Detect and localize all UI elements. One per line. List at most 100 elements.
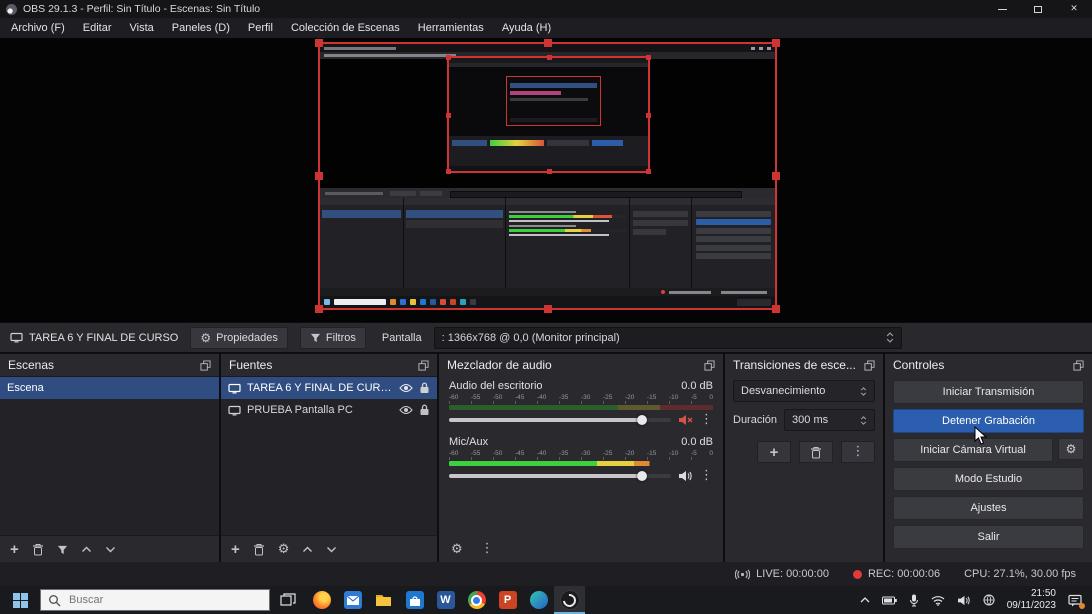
combo-spinner[interactable] — [886, 332, 894, 343]
start-button[interactable] — [0, 586, 40, 614]
file-explorer-icon[interactable] — [368, 586, 399, 614]
channel-options-kebab-icon[interactable]: ⋮ — [700, 469, 713, 483]
powerpoint-icon[interactable]: P — [492, 586, 523, 614]
restore-button[interactable] — [1020, 0, 1056, 18]
dock-popout-icon[interactable] — [200, 359, 211, 371]
close-button[interactable]: ✕ — [1056, 0, 1092, 18]
action-center-icon[interactable] — [1068, 594, 1085, 609]
mail-icon[interactable] — [337, 586, 368, 614]
selection-handle[interactable] — [315, 39, 323, 47]
add-scene-button[interactable]: + — [10, 542, 19, 557]
transition-select[interactable]: Desvanecimiento — [733, 380, 875, 402]
source-row[interactable]: TAREA 6 Y FINAL DE CURSO — [221, 377, 437, 399]
globe-icon[interactable] — [983, 594, 995, 606]
tick-label: -30 — [581, 450, 591, 457]
transition-options-kebab-icon[interactable]: ⋮ — [841, 441, 875, 463]
properties-button[interactable]: ⚙ Propiedades — [190, 326, 288, 349]
selection-handle[interactable] — [543, 39, 552, 47]
exit-button[interactable]: Salir — [893, 525, 1084, 549]
menu-vista[interactable]: Vista — [121, 22, 163, 34]
dock-popout-icon[interactable] — [1073, 359, 1084, 371]
remove-scene-button[interactable] — [32, 543, 44, 556]
advanced-audio-icon[interactable]: ⚙ — [451, 542, 463, 557]
eye-icon[interactable] — [399, 405, 413, 415]
tray-chevron-up-icon[interactable] — [860, 597, 870, 603]
obs-icon[interactable] — [554, 586, 585, 614]
taskbar-search[interactable] — [40, 589, 270, 611]
battery-icon[interactable] — [881, 596, 897, 605]
firefox-icon[interactable] — [306, 586, 337, 614]
slider-thumb[interactable] — [637, 415, 648, 425]
taskbar-clock[interactable]: 21:50 09/11/2023 — [1007, 588, 1056, 613]
lock-icon[interactable] — [419, 404, 430, 416]
volume-slider[interactable] — [449, 471, 671, 481]
duration-value: 300 ms — [792, 414, 829, 426]
selection-handle[interactable] — [315, 305, 323, 313]
preview-selection-rect[interactable] — [315, 39, 780, 313]
screen-select-combo[interactable]: : 1366x768 @ 0,0 (Monitor principal) — [433, 326, 902, 349]
selection-handle[interactable] — [772, 305, 780, 313]
add-source-button[interactable]: + — [231, 542, 240, 557]
volume-slider[interactable] — [449, 415, 671, 425]
transitions-panel-header: Transiciones de esce... — [725, 354, 883, 376]
stop-recording-button[interactable]: Detener Grabación — [893, 409, 1084, 433]
duration-spinner[interactable] — [860, 415, 867, 425]
scene-filters-icon[interactable] — [57, 544, 68, 555]
edge-icon[interactable] — [523, 586, 554, 614]
mute-speaker-icon[interactable] — [678, 414, 693, 426]
volume-icon[interactable] — [957, 595, 971, 606]
lock-icon[interactable] — [419, 382, 430, 394]
menu-archivo[interactable]: Archivo (F) — [2, 22, 74, 34]
remove-transition-button[interactable] — [799, 441, 833, 463]
source-properties-icon[interactable]: ⚙ — [278, 542, 290, 557]
chrome-icon[interactable] — [461, 586, 492, 614]
mixer-toolbar: ⚙ ⋮ — [451, 542, 494, 557]
microsoft-store-icon[interactable] — [399, 586, 430, 614]
transition-spinner[interactable] — [860, 386, 867, 396]
wifi-icon[interactable] — [931, 595, 945, 606]
add-transition-button[interactable]: + — [757, 441, 791, 463]
move-scene-up-button[interactable] — [81, 546, 92, 553]
menu-paneles[interactable]: Paneles (D) — [163, 22, 239, 34]
settings-button[interactable]: Ajustes — [893, 496, 1084, 520]
remove-source-button[interactable] — [253, 543, 265, 556]
menu-ayuda[interactable]: Ayuda (H) — [493, 22, 560, 34]
selection-handle[interactable] — [543, 305, 552, 313]
transitions-body: Desvanecimiento Duración 300 ms + ⋮ — [733, 380, 875, 463]
transition-value: Desvanecimiento — [741, 385, 826, 397]
search-input[interactable] — [67, 593, 262, 607]
source-row[interactable]: PRUEBA Pantalla PC — [221, 399, 437, 421]
filters-button[interactable]: Filtros — [299, 326, 366, 349]
controls-panel-title: Controles — [893, 358, 945, 372]
speaker-icon[interactable] — [678, 470, 693, 482]
channel-options-kebab-icon[interactable]: ⋮ — [700, 413, 713, 427]
move-scene-down-button[interactable] — [105, 546, 116, 553]
menu-herramientas[interactable]: Herramientas — [409, 22, 493, 34]
mixer-options-kebab-icon[interactable]: ⋮ — [481, 542, 494, 556]
menu-coleccion-escenas[interactable]: Colección de Escenas — [282, 22, 409, 34]
virtual-camera-settings-button[interactable]: ⚙ — [1058, 438, 1084, 460]
task-view-button[interactable] — [270, 586, 306, 614]
menu-editar[interactable]: Editar — [74, 22, 121, 34]
minimize-button[interactable] — [984, 0, 1020, 18]
selection-handle[interactable] — [315, 172, 323, 180]
duration-spinbox[interactable]: 300 ms — [784, 409, 875, 431]
start-streaming-button[interactable]: Iniciar Transmisión — [893, 380, 1084, 404]
dock-popout-icon[interactable] — [704, 359, 715, 371]
captured-screen — [320, 44, 775, 308]
word-icon[interactable]: W — [430, 586, 461, 614]
slider-thumb[interactable] — [637, 471, 648, 481]
move-source-down-button[interactable] — [326, 546, 337, 553]
move-source-up-button[interactable] — [302, 546, 313, 553]
dock-popout-icon[interactable] — [418, 359, 429, 371]
nested-selection-rect — [446, 55, 651, 174]
selection-handle[interactable] — [772, 172, 780, 180]
microphone-icon[interactable] — [909, 594, 919, 607]
menu-perfil[interactable]: Perfil — [239, 22, 282, 34]
studio-mode-button[interactable]: Modo Estudio — [893, 467, 1084, 491]
start-virtual-camera-button[interactable]: Iniciar Cámara Virtual — [893, 438, 1053, 462]
eye-icon[interactable] — [399, 383, 413, 393]
selection-handle[interactable] — [772, 39, 780, 47]
dock-popout-icon[interactable] — [864, 359, 875, 371]
scene-row[interactable]: Escena — [0, 377, 219, 399]
